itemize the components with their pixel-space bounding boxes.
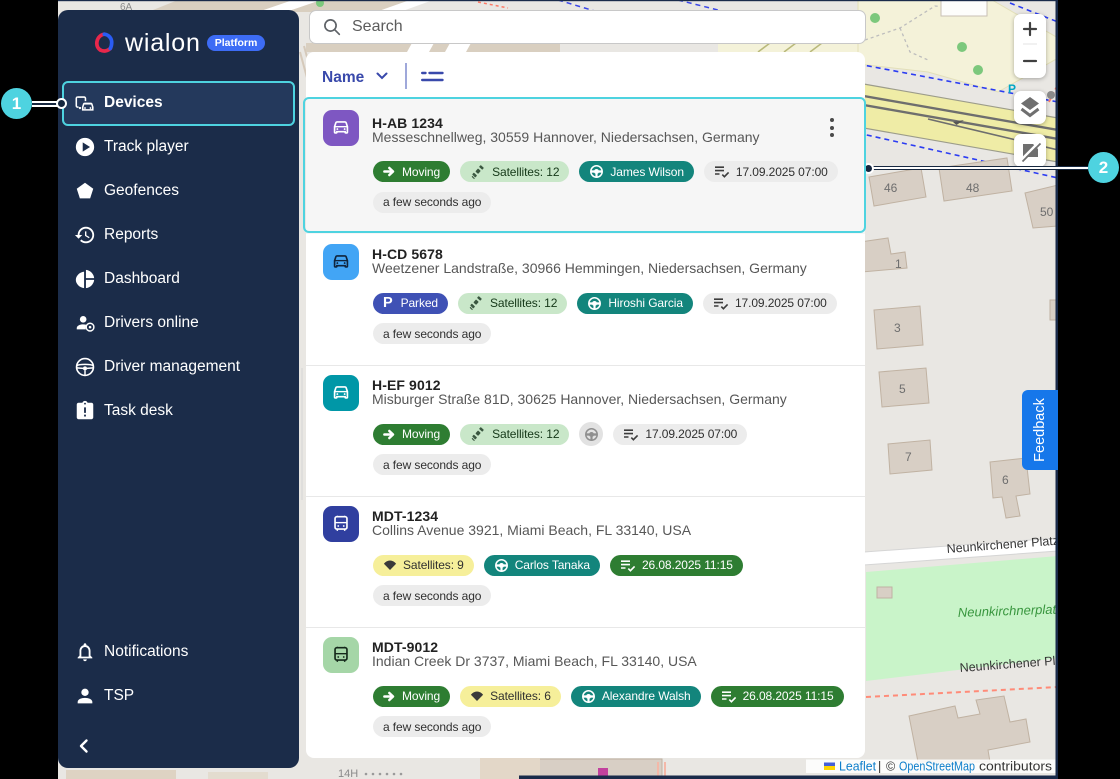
svg-text:contributors: contributors: [979, 760, 1052, 774]
svg-text:48: 48: [966, 181, 980, 195]
svg-text:46: 46: [884, 181, 898, 195]
svg-text:5: 5: [899, 382, 906, 396]
svg-text:OpenStreetMap: OpenStreetMap: [899, 760, 975, 774]
svg-text:6: 6: [1002, 473, 1009, 487]
svg-text:3: 3: [894, 321, 901, 335]
svg-text:|: |: [878, 760, 881, 774]
svg-text:14H: 14H: [338, 768, 358, 779]
svg-text:1: 1: [895, 257, 902, 271]
svg-text:©: ©: [886, 760, 896, 774]
svg-text:7: 7: [905, 450, 912, 464]
svg-text:Leaflet: Leaflet: [839, 760, 877, 774]
svg-text:50: 50: [1040, 205, 1054, 219]
